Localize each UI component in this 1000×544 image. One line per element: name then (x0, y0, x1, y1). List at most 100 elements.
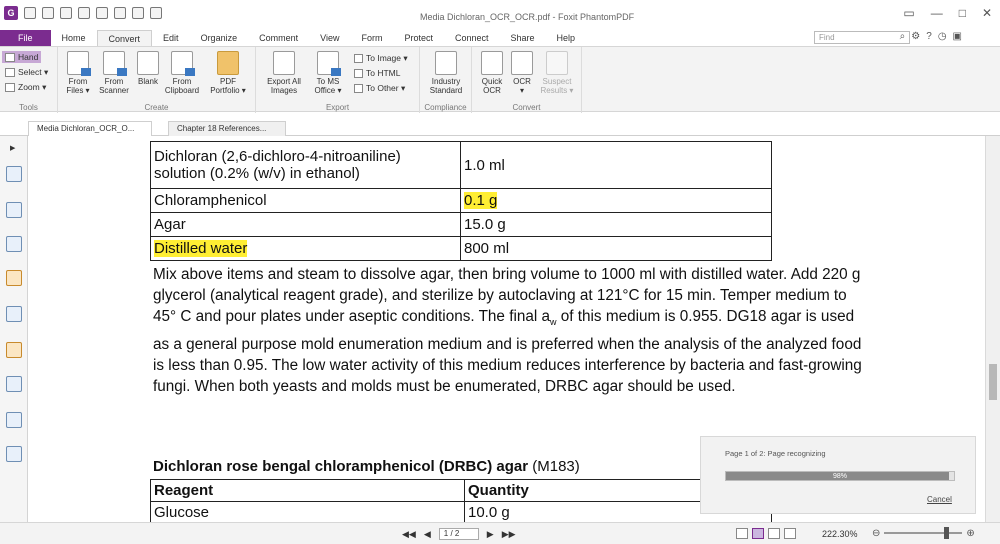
undo-icon[interactable] (114, 7, 126, 19)
continuous-facing-icon[interactable] (784, 528, 796, 539)
zoom-icon (5, 83, 15, 92)
stamp-icon[interactable] (150, 7, 162, 19)
zoom-controls: ⊖ ⊕ (872, 527, 975, 539)
comments-icon[interactable] (6, 270, 22, 286)
minimize-icon[interactable]: — (931, 6, 943, 20)
to-other-button[interactable]: To Other ▾ (354, 83, 405, 94)
table-row: Dichloran (2,6-dichloro-4-nitroaniline) … (150, 141, 772, 189)
tags-icon[interactable] (6, 446, 22, 462)
zoom-slider-handle[interactable] (944, 527, 950, 539)
pdf-portfolio-button[interactable]: PDF Portfolio ▾ (208, 51, 248, 95)
to-html-button[interactable]: To HTML (354, 68, 400, 78)
find-input[interactable]: Find (814, 31, 910, 44)
tab-connect[interactable]: Connect (444, 30, 500, 46)
expand-panel-icon[interactable]: ▶ (10, 144, 15, 152)
zoom-slider-track (884, 532, 963, 534)
history-icon[interactable]: ◷ (938, 31, 947, 42)
next-page-icon[interactable]: ▶ (487, 529, 494, 540)
zoom-in-icon[interactable]: ⊕ (966, 528, 974, 539)
section-heading: Dichloran rose bengal chloramphenicol (D… (153, 458, 580, 475)
to-ms-office-button[interactable]: To MS Office ▾ (308, 51, 348, 95)
zoom-out-icon[interactable]: ⊖ (872, 528, 880, 539)
zoom-level[interactable]: 222.30% (822, 529, 858, 539)
industry-standard-button[interactable]: Industry Standard (426, 51, 466, 95)
tab-edit[interactable]: Edit (152, 30, 190, 46)
page-thumbnails-icon[interactable] (6, 166, 22, 182)
zoom-tool[interactable]: Zoom ▾ (5, 82, 46, 93)
doc-tab-chapter-18[interactable]: Chapter 18 References... (168, 121, 286, 136)
facing-page-icon[interactable] (768, 528, 780, 539)
security-lock-icon[interactable] (6, 342, 22, 358)
other-format-icon (354, 84, 363, 93)
help-icon[interactable]: ? (926, 31, 932, 42)
doc-tab-media-dichloran[interactable]: Media Dichloran_OCR_O... (28, 121, 152, 136)
suspect-results-icon (546, 51, 568, 75)
portfolio-icon (217, 51, 239, 75)
from-files-button[interactable]: From Files ▾ (58, 51, 98, 95)
open-icon[interactable] (24, 7, 36, 19)
export-all-images-button[interactable]: Export All Images (262, 51, 306, 95)
tab-form[interactable]: Form (350, 30, 393, 46)
redo-icon[interactable] (132, 7, 144, 19)
quick-access-toolbar: G (4, 6, 162, 20)
continuous-page-icon[interactable] (752, 528, 764, 539)
table-header-cell: Reagent (150, 479, 465, 502)
ocr-cancel-link[interactable]: Cancel (927, 495, 952, 504)
page-number-input[interactable]: 1 / 2 (438, 528, 479, 540)
first-page-icon[interactable]: ◀◀ (402, 529, 416, 540)
table-row: Distilled water 800 ml (150, 236, 772, 261)
last-page-icon[interactable]: ▶▶ (502, 529, 516, 540)
panel-icon[interactable]: ▣ (953, 31, 962, 42)
close-icon[interactable]: ✕ (982, 6, 992, 20)
table-row: Agar 15.0 g (150, 212, 772, 237)
tab-file[interactable]: File (0, 30, 51, 46)
to-image-button[interactable]: To Image ▾ (354, 53, 408, 64)
from-clipboard-button[interactable]: From Clipboard (162, 51, 202, 95)
ocr-status-text: Page 1 of 2: Page recognizing (725, 449, 826, 458)
tab-comment[interactable]: Comment (248, 30, 309, 46)
save-icon[interactable] (42, 7, 54, 19)
table-row: Chloramphenicol 0.1 g (150, 188, 772, 213)
email-icon[interactable] (78, 7, 90, 19)
tab-home[interactable]: Home (51, 30, 97, 46)
table-cell: 800 ml (460, 236, 772, 261)
previous-page-icon[interactable]: ◀ (424, 529, 431, 540)
tab-help[interactable]: Help (546, 30, 587, 46)
image-icon (354, 54, 363, 63)
table-cell: Agar (150, 212, 461, 237)
signatures-icon[interactable] (6, 236, 22, 252)
group-export: Export All Images To MS Office ▾ To Image … (256, 47, 420, 113)
print-icon[interactable] (60, 7, 72, 19)
gear-icon[interactable]: ⚙ (911, 31, 920, 42)
attachments-icon[interactable] (6, 306, 22, 322)
suspect-results-button[interactable]: Suspect Results ▾ (534, 51, 580, 95)
new-icon[interactable] (96, 7, 108, 19)
tab-convert[interactable]: Convert (96, 30, 153, 46)
ocr-progress-percent: 98% (832, 473, 847, 480)
vertical-scrollbar[interactable] (985, 136, 1000, 522)
scrollbar-thumb[interactable] (989, 364, 997, 400)
zoom-slider[interactable] (884, 527, 963, 539)
group-compliance: Industry Standard Compliance (420, 47, 472, 113)
single-page-icon[interactable] (736, 528, 748, 539)
table-cell: Dichloran (2,6-dichloro-4-nitroaniline) … (150, 141, 461, 189)
tab-organize[interactable]: Organize (190, 30, 249, 46)
media-table: Dichloran (2,6-dichloro-4-nitroaniline) … (150, 141, 772, 261)
restore-ribbon-icon[interactable]: ▭ (903, 6, 914, 20)
hand-icon (5, 52, 15, 62)
search-icon[interactable]: ⌕ (900, 31, 906, 42)
tab-protect[interactable]: Protect (393, 30, 444, 46)
group-label-tools: Tools (19, 103, 38, 112)
standard-icon (435, 51, 457, 75)
table-cell: 15.0 g (460, 212, 772, 237)
layers-icon[interactable] (6, 412, 22, 428)
tab-share[interactable]: Share (500, 30, 546, 46)
table-cell: Glucose (150, 501, 465, 522)
destinations-icon[interactable] (6, 376, 22, 392)
select-tool[interactable]: Select ▾ (5, 67, 48, 78)
maximize-icon[interactable]: □ (959, 6, 966, 20)
hand-tool[interactable]: Hand (2, 51, 42, 63)
file-icon (67, 51, 91, 76)
tab-view[interactable]: View (309, 30, 350, 46)
bookmarks-icon[interactable] (6, 202, 22, 218)
